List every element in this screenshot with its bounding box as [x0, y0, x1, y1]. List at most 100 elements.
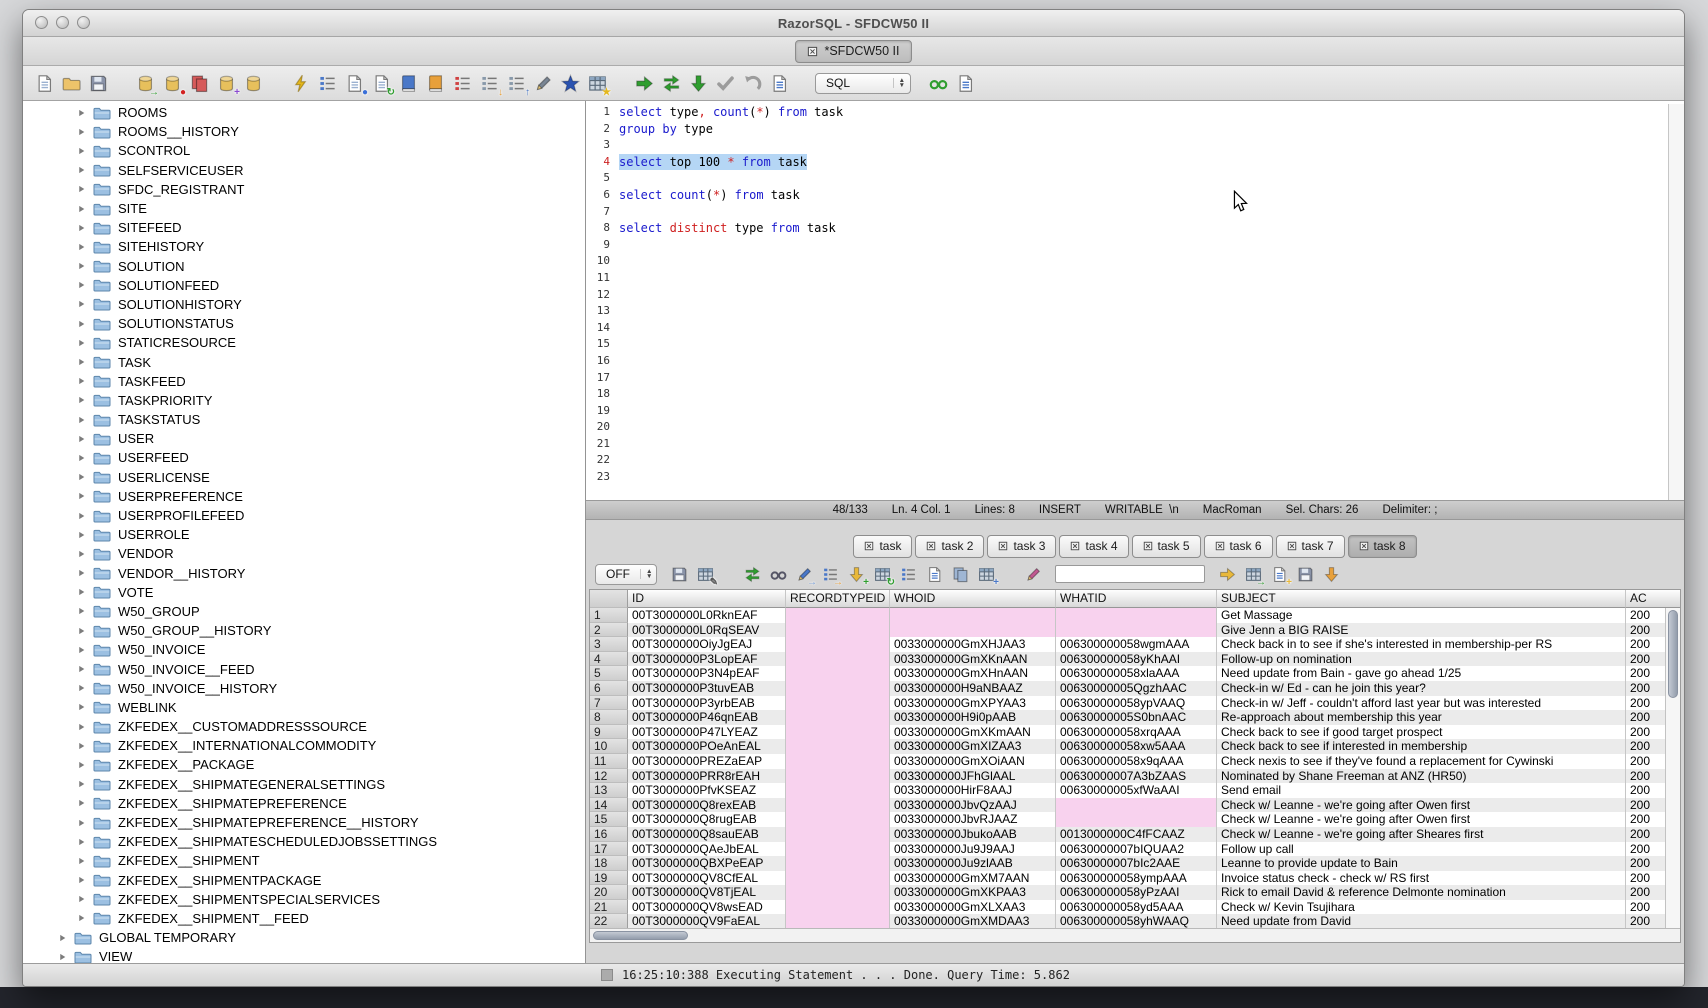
cell-whatid[interactable]: 006300000058yKhAAI — [1056, 652, 1217, 667]
open-file-icon[interactable] — [60, 72, 82, 94]
explain-plan-icon[interactable] — [927, 72, 949, 94]
row-number[interactable]: 10 — [590, 739, 628, 754]
close-tab-icon[interactable] — [1359, 541, 1369, 551]
row-number[interactable]: 13 — [590, 783, 628, 798]
tree-item-taskfeed[interactable]: TASKFEED — [23, 372, 585, 391]
edit-results-icon[interactable] — [768, 72, 790, 94]
cell-id[interactable]: 00T3000000QV8CfEAL — [628, 871, 786, 886]
cell-subject[interactable]: Give Jenn a BIG RAISE — [1217, 623, 1626, 638]
sql-editor[interactable]: 1select type, count(*) from task2group b… — [586, 101, 1684, 501]
row-number[interactable]: 22 — [590, 914, 628, 929]
disclosure-triangle-icon[interactable] — [77, 626, 86, 636]
tree-item-solutionstatus[interactable]: SOLUTIONSTATUS — [23, 314, 585, 333]
cell-whoid[interactable]: 0033000000JbvQzAAJ — [890, 798, 1056, 813]
cell-whoid[interactable]: 0033000000H9i0pAAB — [890, 710, 1056, 725]
close-window-button[interactable] — [35, 16, 48, 29]
cell-recordtypeid[interactable] — [786, 754, 890, 769]
disclosure-triangle-icon[interactable] — [77, 319, 86, 329]
disclosure-triangle-icon[interactable] — [77, 434, 86, 444]
cell-whatid[interactable] — [1056, 608, 1217, 623]
disclosure-triangle-icon[interactable] — [77, 108, 86, 118]
sort-descending-icon[interactable]: ↓ — [478, 72, 500, 94]
disclosure-triangle-icon[interactable] — [77, 472, 86, 482]
row-number-header[interactable] — [590, 590, 628, 608]
row-number[interactable]: 1 — [590, 608, 628, 623]
disclosure-triangle-icon[interactable] — [77, 280, 86, 290]
row-number[interactable]: 5 — [590, 666, 628, 681]
tree-item-userprofilefeed[interactable]: USERPROFILEFEED — [23, 506, 585, 525]
refresh-results-icon[interactable] — [742, 564, 762, 584]
cell-whatid[interactable]: 006300000058ypVAAQ — [1056, 696, 1217, 711]
cell-id[interactable]: 00T3000000P47LYEAZ — [628, 725, 786, 740]
row-number[interactable]: 4 — [590, 652, 628, 667]
cell-recordtypeid[interactable] — [786, 652, 890, 667]
sort-ascending-icon[interactable]: ↑ — [505, 72, 527, 94]
row-number[interactable]: 20 — [590, 885, 628, 900]
results-tab-task-5[interactable]: task 5 — [1132, 535, 1201, 558]
tree-item-userrole[interactable]: USERROLE — [23, 525, 585, 544]
cell-recordtypeid[interactable] — [786, 885, 890, 900]
table-refresh-icon[interactable]: ↻ — [872, 564, 892, 584]
save-icon[interactable] — [87, 72, 109, 94]
result-row[interactable]: 200T3000000L0RqSEAVGive Jenn a BIG RAISE… — [590, 623, 1680, 638]
table-favorites-icon[interactable]: ★ — [586, 72, 608, 94]
cell-subject[interactable]: Check-in w/ Ed - can he join this year? — [1217, 681, 1626, 696]
cell-id[interactable]: 00T3000000P3tuvEAB — [628, 681, 786, 696]
disclosure-triangle-icon[interactable] — [77, 818, 86, 828]
cell-recordtypeid[interactable] — [786, 900, 890, 915]
tree-item-userpreference[interactable]: USERPREFERENCE — [23, 487, 585, 506]
tree-item-site[interactable]: SITE — [23, 199, 585, 218]
results-tab-task[interactable]: task — [853, 535, 912, 558]
result-row[interactable]: 1000T3000000POeAnEAL0033000000GmXIZAA300… — [590, 739, 1680, 754]
cell-id[interactable]: 00T3000000Q8rugEAB — [628, 812, 786, 827]
cell-whatid[interactable]: 0013000000C4fFCAAZ — [1056, 827, 1217, 842]
close-tab-icon[interactable] — [864, 541, 874, 551]
cell-id[interactable]: 00T3000000PfvKSEAZ — [628, 783, 786, 798]
cell-whatid[interactable]: 006300000058wgmAAA — [1056, 637, 1217, 652]
row-number[interactable]: 3 — [590, 637, 628, 652]
cell-id[interactable]: 00T3000000PRR8rEAH — [628, 769, 786, 784]
cell-subject[interactable]: Check back in to see if she's interested… — [1217, 637, 1626, 652]
result-row[interactable]: 900T3000000P47LYEAZ0033000000GmXKmAAN006… — [590, 725, 1680, 740]
disclosure-triangle-icon[interactable] — [77, 415, 86, 425]
cell-recordtypeid[interactable] — [786, 783, 890, 798]
row-number[interactable]: 15 — [590, 812, 628, 827]
result-row[interactable]: 1100T3000000PREZaEAP0033000000GmXOiAAN00… — [590, 754, 1680, 769]
result-row[interactable]: 2000T3000000QV8TjEAL0033000000GmXKPAA300… — [590, 885, 1680, 900]
cell-whoid[interactable]: 0033000000GmXIZAA3 — [890, 739, 1056, 754]
tree-item-zkfedex-shipmatepreference-history[interactable]: ZKFEDEX__SHIPMATEPREFERENCE__HISTORY — [23, 813, 585, 832]
tree-item-zkfedex-customaddresssource[interactable]: ZKFEDEX__CUSTOMADDRESSSOURCE — [23, 717, 585, 736]
cell-recordtypeid[interactable] — [786, 696, 890, 711]
disclosure-triangle-icon[interactable] — [77, 491, 86, 501]
results-tab-task-6[interactable]: task 6 — [1204, 535, 1273, 558]
tree-item-sitehistory[interactable]: SITEHISTORY — [23, 237, 585, 256]
cell-whoid[interactable]: 0033000000GmXKPAA3 — [890, 885, 1056, 900]
row-number[interactable]: 18 — [590, 856, 628, 871]
cell-whatid[interactable] — [1056, 798, 1217, 813]
disconnect-icon[interactable] — [188, 72, 210, 94]
close-tab-icon[interactable] — [807, 46, 818, 57]
zoom-window-button[interactable] — [77, 16, 90, 29]
cell-id[interactable]: 00T3000000PREZaEAP — [628, 754, 786, 769]
new-connection-icon[interactable]: + — [215, 72, 237, 94]
generate-sql-icon[interactable]: + — [1269, 564, 1289, 584]
cell-whoid[interactable]: 0033000000GmXPYAA3 — [890, 696, 1056, 711]
tree-item-userlicense[interactable]: USERLICENSE — [23, 468, 585, 487]
cell-id[interactable]: 00T3000000Q8rexEAB — [628, 798, 786, 813]
result-row[interactable]: 1700T3000000QAeJbEAL0033000000Ju9J9AAJ00… — [590, 842, 1680, 857]
results-horizontal-scrollbar[interactable] — [590, 928, 1680, 942]
describe-table-icon[interactable] — [316, 72, 338, 94]
cell-id[interactable]: 00T3000000QAeJbEAL — [628, 842, 786, 857]
cell-whoid[interactable]: 0033000000Ju9J9AAJ — [890, 842, 1056, 857]
bookmark-blue-icon[interactable] — [397, 72, 419, 94]
cell-subject[interactable]: Need update from David — [1217, 914, 1626, 929]
tree-item-zkfedex-shipmatescheduledjobssettings[interactable]: ZKFEDEX__SHIPMATESCHEDULEDJOBSSETTINGS — [23, 832, 585, 851]
cell-subject[interactable]: Get Massage — [1217, 608, 1626, 623]
column-header-ac[interactable]: AC — [1626, 590, 1680, 608]
tree-item-taskpriority[interactable]: TASKPRIORITY — [23, 391, 585, 410]
rollback-icon[interactable] — [741, 72, 763, 94]
result-row[interactable]: 1400T3000000Q8rexEAB0033000000JbvQzAAJCh… — [590, 798, 1680, 813]
cell-recordtypeid[interactable] — [786, 725, 890, 740]
editor-scrollbar[interactable] — [1668, 104, 1684, 500]
row-number[interactable]: 11 — [590, 754, 628, 769]
